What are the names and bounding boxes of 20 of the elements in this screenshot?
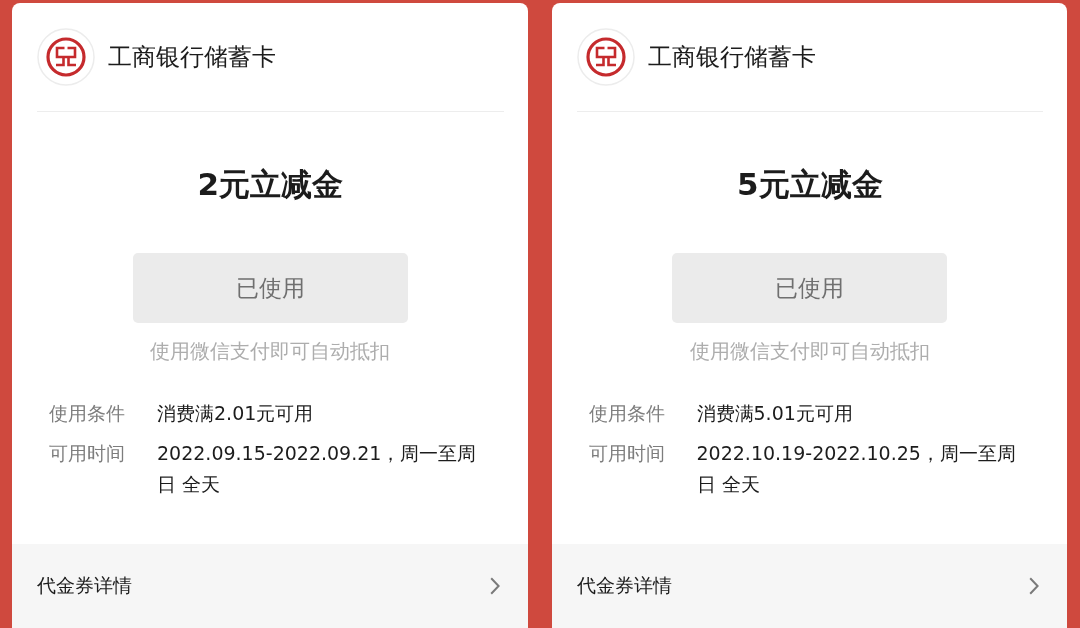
details-link[interactable]: 代金券详情 bbox=[551, 544, 1067, 628]
hint-text: 使用微信支付即可自动抵扣 bbox=[688, 338, 931, 365]
coupon-amount: 2元立减金 bbox=[196, 165, 345, 204]
chevron-right-icon bbox=[1029, 577, 1039, 595]
bank-logo-icon bbox=[37, 28, 95, 86]
coupon-amount: 5元立减金 bbox=[735, 165, 884, 204]
detail-label: 可用时间 bbox=[49, 441, 126, 466]
hint-text: 使用微信支付即可自动抵扣 bbox=[149, 338, 392, 365]
detail-value: 2022.10.19-2022.10.25，周一至周日 全天 bbox=[696, 441, 1017, 497]
card-title: 工商银行储蓄卡 bbox=[647, 42, 816, 73]
detail-label: 可用时间 bbox=[588, 441, 666, 466]
card-title: 工商银行储蓄卡 bbox=[108, 42, 276, 73]
bank-logo-icon bbox=[576, 28, 635, 86]
detail-value: 消费满5.01元可用 bbox=[696, 401, 854, 426]
detail-label: 使用条件 bbox=[49, 401, 126, 426]
chevron-right-icon bbox=[489, 577, 500, 595]
detail-label: 使用条件 bbox=[588, 401, 666, 426]
details-link[interactable]: 代金券详情 bbox=[12, 544, 528, 628]
detail-value: 消费满2.01元可用 bbox=[157, 401, 315, 426]
detail-value: 2022.09.15-2022.09.21，周一至周日 全天 bbox=[157, 441, 478, 497]
